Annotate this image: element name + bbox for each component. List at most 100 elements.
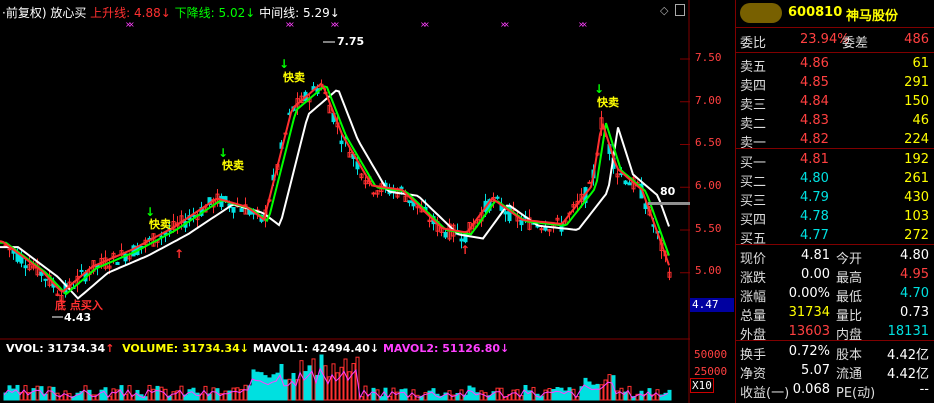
stat-value: 4.81 bbox=[801, 248, 830, 263]
buy-arrow-icon: ↑ bbox=[460, 243, 471, 257]
volume-bar bbox=[291, 372, 296, 401]
stat-value: 18131 bbox=[887, 324, 929, 339]
scroll-box-icon[interactable] bbox=[675, 4, 685, 16]
bid-volume: 272 bbox=[904, 228, 929, 243]
vvol-arrow-icon: ↑ bbox=[105, 342, 115, 355]
bid-row[interactable]: 买三 4.79 430 bbox=[736, 188, 934, 209]
stat-row[interactable]: 现价 4.81 今开 4.80 bbox=[736, 246, 934, 267]
stat-value: 4.70 bbox=[900, 286, 929, 301]
ask-volume: 150 bbox=[904, 94, 929, 109]
stock-title[interactable]: 600810 神马股份 bbox=[736, 0, 934, 26]
price-axis: 7.50 7.00 6.50 6.00 5.50 5.00 4.47 bbox=[690, 0, 734, 340]
volume-bar bbox=[335, 372, 340, 401]
volume-bar bbox=[543, 389, 548, 401]
volume-bar bbox=[299, 360, 304, 401]
candle-body bbox=[23, 265, 28, 269]
ask-row[interactable]: 卖五 4.86 61 bbox=[736, 54, 934, 75]
ask-row[interactable]: 卖四 4.85 291 bbox=[736, 73, 934, 94]
stock-logo-icon bbox=[740, 3, 782, 23]
bid-row[interactable]: 买一 4.81 192 bbox=[736, 150, 934, 171]
signal-mark: × bbox=[503, 20, 510, 29]
sell-arrow-icon: ↓ bbox=[279, 57, 290, 71]
volume-bar bbox=[547, 388, 552, 401]
volume-tick: 25000 bbox=[694, 365, 728, 378]
ask-volume: 46 bbox=[912, 113, 929, 128]
current-price-mark: 4.47 bbox=[690, 298, 734, 312]
buy-arrow-icon: ↑ bbox=[174, 247, 185, 261]
candlestick-chart[interactable]: ×× ×× ×× ×× ×× ×× bbox=[0, 0, 690, 340]
bid-price: 4.78 bbox=[800, 209, 829, 224]
candle-body bbox=[623, 180, 628, 185]
volume-bar bbox=[159, 386, 164, 401]
volume-bar bbox=[495, 387, 500, 401]
volume-bar bbox=[467, 385, 472, 401]
period-label: ·前复权) bbox=[2, 6, 47, 20]
volume-bar bbox=[91, 394, 96, 401]
stat-value: 4.95 bbox=[900, 267, 929, 282]
mid-line-value: 5.29 bbox=[303, 6, 330, 20]
ratio-diff-label: 委差 bbox=[842, 36, 869, 51]
down-line-value: 5.02 bbox=[218, 6, 246, 20]
ask-price: 4.82 bbox=[800, 132, 829, 147]
fund-row[interactable]: 净资 5.07 流通 4.42亿 bbox=[736, 361, 934, 382]
candle-body bbox=[627, 182, 632, 186]
stat-row[interactable]: 总量 31734 量比 0.73 bbox=[736, 303, 934, 324]
ask-row[interactable]: 卖三 4.84 150 bbox=[736, 92, 934, 113]
stat-row[interactable]: 涨幅 0.00% 最低 4.70 bbox=[736, 284, 934, 305]
mid-line-label: 中间线: bbox=[259, 6, 300, 20]
volume-bar bbox=[559, 387, 564, 401]
price-tick: 5.50 bbox=[695, 222, 722, 235]
mavol2-label: MAVOL2: bbox=[382, 342, 439, 355]
volume-bar bbox=[587, 381, 592, 401]
candle-body bbox=[495, 196, 500, 199]
ask-price: 4.85 bbox=[800, 75, 829, 90]
volume-chart[interactable]: VVOL: 31734.34↑ VOLUME: 31734.34↓ MAVOL1… bbox=[0, 340, 690, 403]
volume-label: VOLUME: bbox=[122, 342, 179, 355]
mavol1-label: MAVOL1: bbox=[252, 342, 309, 355]
candle-body bbox=[539, 228, 544, 231]
price-tick: 7.00 bbox=[695, 94, 722, 107]
candle-body bbox=[407, 200, 412, 204]
volume-bar bbox=[259, 372, 264, 401]
down-line-label: 下降线: bbox=[174, 6, 215, 20]
bid-row[interactable]: 买二 4.80 261 bbox=[736, 169, 934, 190]
volume-bar bbox=[155, 385, 160, 401]
stat-value: 0.73 bbox=[900, 305, 929, 320]
volume-bar bbox=[187, 389, 192, 401]
volume-bar bbox=[171, 391, 176, 401]
candle-body bbox=[239, 208, 244, 212]
high-price-label: 7.75 bbox=[337, 35, 365, 48]
candle-body bbox=[7, 248, 12, 251]
bid-row[interactable]: 买四 4.78 103 bbox=[736, 207, 934, 228]
volume-bar bbox=[607, 374, 612, 401]
candle-body bbox=[371, 192, 376, 195]
volume-bar bbox=[231, 387, 236, 401]
candle-body bbox=[79, 269, 84, 272]
mavol1-value: 42494.40 bbox=[312, 342, 370, 355]
candle-body bbox=[519, 220, 524, 226]
volume-bar bbox=[255, 371, 260, 401]
volume-bar bbox=[567, 387, 572, 401]
ask-row[interactable]: 卖二 4.83 46 bbox=[736, 111, 934, 132]
fund-row[interactable]: 收益(一) 0.068 PE(动) -- bbox=[736, 380, 934, 401]
volume-bar bbox=[63, 390, 68, 401]
ask-price: 4.83 bbox=[800, 113, 829, 128]
volume-bar bbox=[619, 387, 624, 401]
volume-bar bbox=[511, 389, 516, 401]
signal-mark: × bbox=[128, 20, 135, 29]
fund-row[interactable]: 换手 0.72% 股本 4.42亿 bbox=[736, 342, 934, 363]
price-tick: 5.00 bbox=[695, 264, 722, 277]
volume-unit: X10 bbox=[690, 378, 714, 393]
volume-bar bbox=[223, 390, 228, 401]
stock-name: 神马股份 bbox=[846, 9, 899, 24]
up-arrow-icon: ↓ bbox=[160, 6, 171, 20]
price-chart[interactable]: × × × × × × × × × × × × ·前复权) 放心买 上升线: 4.88↓ 下降线: 5… bbox=[0, 0, 690, 340]
mid-marker-bar bbox=[648, 202, 690, 205]
volume-bar bbox=[343, 358, 348, 401]
stat-row[interactable]: 涨跌 0.00 最高 4.95 bbox=[736, 265, 934, 286]
volume-bar bbox=[319, 354, 324, 401]
up-line-value: 4.88 bbox=[134, 6, 161, 20]
volume-bar bbox=[267, 377, 272, 401]
diamond-icon[interactable]: ◇ bbox=[660, 4, 668, 17]
up-line-label: 上升线: bbox=[90, 6, 131, 20]
